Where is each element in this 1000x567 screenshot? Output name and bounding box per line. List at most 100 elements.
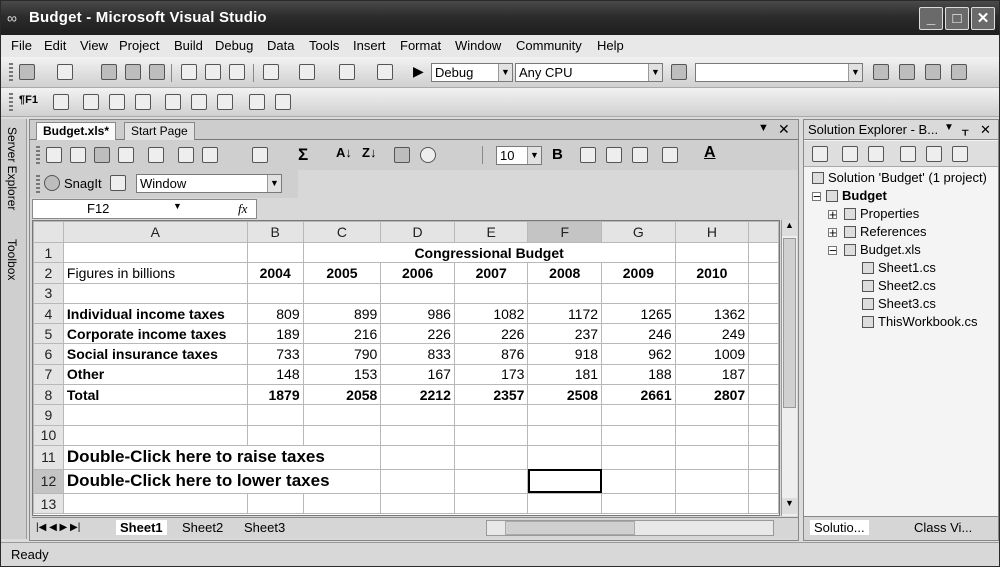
cell[interactable] (380, 492, 455, 515)
object-browser-icon[interactable] (925, 64, 941, 80)
refresh-icon[interactable] (868, 146, 884, 162)
raise-taxes-cell[interactable]: Double-Click here to raise taxes (62, 444, 382, 470)
menu-help[interactable]: Help (597, 38, 624, 53)
menu-debug[interactable]: Debug (215, 38, 253, 53)
cell[interactable] (601, 444, 676, 470)
sheet-tab-3[interactable]: Sheet3 (244, 520, 285, 535)
tab-solution-explorer[interactable]: Solutio... (810, 520, 869, 535)
first-sheet-icon[interactable]: |◀ ◀ ▶ ▶| (36, 522, 80, 533)
print-icon[interactable] (148, 147, 164, 163)
col-header[interactable]: G (601, 221, 676, 243)
f1-help-icon[interactable]: ¶F1 (19, 94, 38, 106)
row-header[interactable]: 12 (33, 468, 64, 494)
cell[interactable] (527, 424, 603, 446)
cell[interactable] (62, 282, 248, 304)
cell[interactable] (601, 282, 676, 304)
tree-sheet1[interactable]: Sheet1.cs (862, 260, 936, 275)
row-header[interactable]: 5 (33, 323, 64, 345)
col-header[interactable]: A (62, 221, 248, 243)
align-left-icon[interactable] (580, 147, 596, 163)
cell[interactable] (302, 404, 382, 426)
cell[interactable] (674, 282, 750, 304)
row-header[interactable]: 6 (33, 343, 64, 365)
row-header[interactable]: 4 (33, 302, 64, 325)
data-cell[interactable]: 1172 (527, 302, 603, 325)
row-header[interactable]: 11 (33, 444, 64, 470)
snagit-label[interactable]: SnagIt (64, 176, 102, 191)
menu-view[interactable]: View (80, 38, 108, 53)
year-header[interactable]: 2007 (453, 262, 529, 284)
data-cell[interactable]: 173 (453, 363, 529, 386)
class-diagram-icon[interactable] (952, 146, 968, 162)
row-header[interactable]: 2 (33, 262, 64, 284)
data-cell[interactable]: 833 (380, 343, 455, 365)
menu-community[interactable]: Community (516, 38, 582, 53)
row-label[interactable]: Social insurance taxes (62, 343, 248, 365)
cell[interactable] (674, 424, 750, 446)
align-right-icon[interactable] (632, 147, 648, 163)
row-header[interactable]: 13 (33, 492, 64, 515)
total-cell[interactable]: 1879 (246, 384, 304, 406)
cell[interactable] (246, 241, 304, 264)
data-cell[interactable]: 187 (674, 363, 750, 386)
collapse-icon[interactable]: − (812, 190, 821, 203)
row-label[interactable]: Individual income taxes (62, 302, 248, 325)
cell[interactable] (62, 424, 248, 446)
data-cell[interactable]: 790 (302, 343, 382, 365)
data-cell[interactable]: 1009 (674, 343, 750, 365)
add-item-icon[interactable] (57, 64, 73, 80)
spreadsheet-grid[interactable]: A B C D E F G H 1 Congressional Budget 2… (32, 220, 780, 516)
permission-icon[interactable] (118, 147, 134, 163)
snagit-capture-icon[interactable] (110, 175, 126, 191)
menu-window[interactable]: Window (455, 38, 501, 53)
data-cell[interactable]: 226 (380, 323, 455, 345)
data-cell[interactable]: 237 (527, 323, 603, 345)
select-all-corner[interactable] (33, 221, 64, 243)
tree-sheet2[interactable]: Sheet2.cs (862, 278, 936, 293)
cell[interactable] (601, 404, 676, 426)
total-cell[interactable]: 2661 (601, 384, 676, 406)
data-cell[interactable]: 918 (527, 343, 603, 365)
tree-sheet3[interactable]: Sheet3.cs (862, 296, 936, 311)
start-debugging-icon[interactable]: ▶ (413, 63, 424, 80)
align-bottoms-icon[interactable] (217, 94, 233, 110)
sheet-title[interactable]: Congressional Budget (303, 241, 676, 264)
cell[interactable] (453, 404, 529, 426)
cell[interactable] (246, 424, 304, 446)
data-cell[interactable]: 226 (453, 323, 529, 345)
figures-label[interactable]: Figures in billions (62, 262, 248, 284)
total-cell[interactable]: 2058 (302, 384, 382, 406)
col-header[interactable]: B (246, 221, 304, 243)
undo-icon[interactable] (263, 64, 279, 80)
cell[interactable] (453, 444, 529, 470)
save-icon[interactable] (125, 64, 141, 80)
cell[interactable] (380, 444, 455, 470)
paste-icon[interactable] (229, 64, 245, 80)
h-scroll-thumb[interactable] (505, 521, 635, 535)
toolbox-tab[interactable]: Toolbox (5, 239, 19, 280)
sort-descending-icon[interactable]: Z↓ (362, 145, 376, 160)
align-tops-icon[interactable] (165, 94, 181, 110)
cell[interactable] (674, 444, 750, 470)
menu-build[interactable]: Build (174, 38, 203, 53)
navigate-back-icon[interactable] (339, 64, 355, 80)
row-header[interactable]: 1 (33, 241, 64, 264)
year-header[interactable]: 2008 (527, 262, 603, 284)
col-header[interactable]: E (453, 221, 529, 243)
data-cell[interactable]: 1362 (674, 302, 750, 325)
cell[interactable] (601, 424, 676, 446)
align-middles-icon[interactable] (191, 94, 207, 110)
excel-save-icon[interactable] (94, 147, 110, 163)
cell[interactable] (302, 492, 382, 515)
menu-insert[interactable]: Insert (353, 38, 386, 53)
tab-start-page[interactable]: Start Page (124, 122, 195, 140)
excel-paste-icon[interactable] (202, 147, 218, 163)
fill-color-icon[interactable] (662, 147, 678, 163)
tab-order-icon[interactable] (53, 94, 69, 110)
data-cell[interactable]: 1082 (453, 302, 529, 325)
excel-undo-icon[interactable] (252, 147, 268, 163)
data-cell[interactable]: 246 (601, 323, 676, 345)
properties-window-icon[interactable] (899, 64, 915, 80)
view-code-icon[interactable] (900, 146, 916, 162)
data-cell[interactable]: 876 (453, 343, 529, 365)
